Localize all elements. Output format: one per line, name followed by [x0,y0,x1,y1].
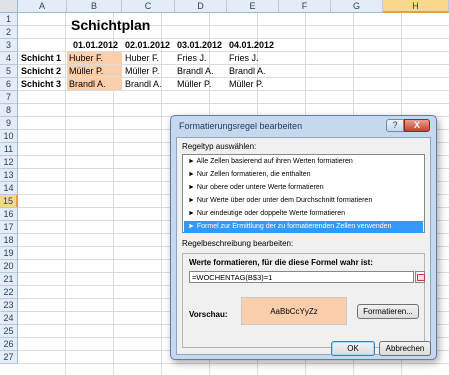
close-button[interactable]: X [404,119,430,132]
shift-cell[interactable]: Brandl A. [123,78,171,90]
row-header-1[interactable]: 1 [0,13,18,26]
format-preview: AaBbCcYyZz [241,297,347,325]
shift-cell[interactable]: Müller P. [67,65,122,77]
range-select-icon[interactable] [415,271,425,283]
date-cell[interactable]: 01.01.2012 [71,39,119,51]
row-header-23[interactable]: 23 [0,299,18,312]
rule-description-box: Werte formatieren, für die diese Formel … [182,253,425,348]
rule-type-item-selected[interactable]: ► Formel zur Ermittlung der zu formatier… [184,221,423,233]
preview-label: Vorschau: [189,310,228,319]
shift-cell[interactable]: Huber F. [67,52,122,64]
row-header-7[interactable]: 7 [0,91,18,104]
cancel-button[interactable]: Abbrechen [379,341,431,356]
rule-type-item[interactable]: ► Nur Zellen formatieren, die enthalten [184,169,423,181]
shift-cell[interactable]: Fries J. [227,52,275,64]
row-header-25[interactable]: 25 [0,325,18,338]
rule-type-item[interactable]: ► Nur eindeutige oder doppelte Werte for… [184,208,423,220]
sheet-title: Schichtplan [71,17,151,33]
formula-input[interactable]: =WOCHENTAG(B$3)=1 [189,271,414,283]
rule-type-label: Regeltyp auswählen: [182,142,257,151]
shift-cell[interactable]: Huber F. [123,52,171,64]
date-cell[interactable]: 02.01.2012 [123,39,171,51]
column-header-g[interactable]: G [331,0,383,13]
rule-type-list[interactable]: ► Alle Zellen basierend auf ihren Werten… [182,154,425,233]
rule-type-item[interactable]: ► Nur obere oder untere Werte formatiere… [184,182,423,194]
column-header-e[interactable]: E [227,0,279,13]
row-header-6[interactable]: 6 [0,78,18,91]
row-header-4[interactable]: 4 [0,52,18,65]
shift-cell[interactable]: Brandl A. [175,65,223,77]
row-header-8[interactable]: 8 [0,104,18,117]
row-header-26[interactable]: 26 [0,338,18,351]
row-header-9[interactable]: 9 [0,117,18,130]
rule-type-item[interactable]: ► Nur Werte über oder unter dem Durchsch… [184,195,423,207]
column-header-a[interactable]: A [18,0,67,13]
row-header-16[interactable]: 16 [0,208,18,221]
dialog-title: Formatierungsregel bearbeiten [179,121,303,131]
edit-formatting-rule-dialog: Formatierungsregel bearbeiten ? X Regelt… [170,115,437,360]
row-header-15[interactable]: 15 [0,195,18,208]
row-header-21[interactable]: 21 [0,273,18,286]
row-header-18[interactable]: 18 [0,234,18,247]
shift-label[interactable]: Schicht 2 [19,65,67,77]
format-button[interactable]: Formatieren... [357,304,419,319]
shift-label[interactable]: Schicht 3 [19,78,67,90]
rule-description-label: Regelbeschreibung bearbeiten: [182,239,294,248]
select-all-corner[interactable] [0,0,18,13]
row-header-27[interactable]: 27 [0,351,18,364]
shift-cell[interactable]: Müller P. [227,78,275,90]
rule-type-item[interactable]: ► Alle Zellen basierend auf ihren Werten… [184,156,423,168]
ok-button[interactable]: OK [331,341,375,356]
row-header-17[interactable]: 17 [0,221,18,234]
formula-heading: Werte formatieren, für die diese Formel … [189,258,373,267]
shift-cell[interactable]: Müller P. [175,78,223,90]
row-header-22[interactable]: 22 [0,286,18,299]
shift-cell[interactable]: Brandl A. [227,65,275,77]
row-header-3[interactable]: 3 [0,39,18,52]
column-header-h[interactable]: H [383,0,449,13]
dialog-body: Regeltyp auswählen: ► Alle Zellen basier… [176,137,431,355]
shift-cell[interactable]: Brandl A. [67,78,122,90]
help-button[interactable]: ? [386,119,404,132]
row-header-20[interactable]: 20 [0,260,18,273]
row-header-10[interactable]: 10 [0,130,18,143]
row-header-12[interactable]: 12 [0,156,18,169]
column-header-b[interactable]: B [67,0,122,13]
column-header-d[interactable]: D [175,0,227,13]
shift-label[interactable]: Schicht 1 [19,52,67,64]
column-header-f[interactable]: F [279,0,331,13]
row-header-19[interactable]: 19 [0,247,18,260]
row-header-24[interactable]: 24 [0,312,18,325]
shift-cell[interactable]: Müller P. [123,65,171,77]
date-cell[interactable]: 04.01.2012 [227,39,275,51]
date-cell[interactable]: 03.01.2012 [175,39,223,51]
column-header-c[interactable]: C [122,0,175,13]
row-header-5[interactable]: 5 [0,65,18,78]
row-header-13[interactable]: 13 [0,169,18,182]
row-header-11[interactable]: 11 [0,143,18,156]
row-header-2[interactable]: 2 [0,26,18,39]
row-header-14[interactable]: 14 [0,182,18,195]
shift-cell[interactable]: Fries J. [175,52,223,64]
